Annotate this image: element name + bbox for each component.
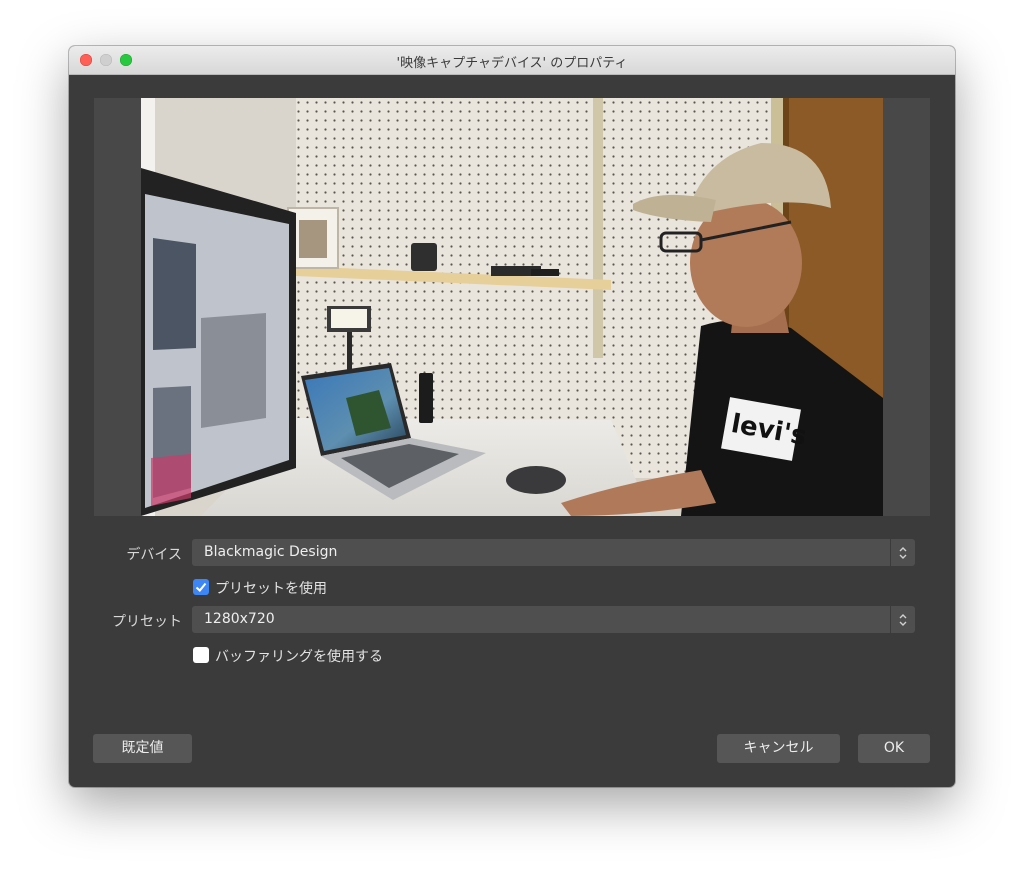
preset-select[interactable]: 1280x720 [192, 606, 915, 633]
defaults-button[interactable]: 既定値 [93, 734, 192, 763]
use-preset-label: プリセットを使用 [215, 581, 327, 597]
use-preset-checkbox-row[interactable]: プリセットを使用 [193, 578, 393, 598]
use-buffering-label: バッファリングを使用する [215, 649, 383, 665]
cancel-button[interactable]: キャンセル [717, 734, 840, 763]
window-title: '映像キャプチャデバイス' のプロパティ [396, 56, 628, 71]
use-buffering-checkbox-row[interactable]: バッファリングを使用する [193, 646, 433, 666]
preset-select-value: 1280x720 [204, 611, 275, 627]
properties-window: '映像キャプチャデバイス' のプロパティ levi's デバイス Blackma… [69, 46, 955, 787]
video-preview: levi's [141, 98, 883, 516]
device-label: デバイス [126, 547, 182, 563]
camera-feed-image: levi's [141, 98, 883, 516]
device-select[interactable]: Blackmagic Design [192, 539, 915, 566]
ok-button[interactable]: OK [858, 734, 930, 763]
title-bar[interactable]: '映像キャプチャデバイス' のプロパティ [69, 46, 955, 75]
updown-chevron-icon [890, 606, 915, 633]
updown-chevron-icon [890, 539, 915, 566]
use-buffering-checkbox[interactable] [193, 647, 209, 663]
preset-label: プリセット [112, 614, 182, 630]
checkmark-icon [195, 582, 207, 592]
use-preset-checkbox[interactable] [193, 579, 209, 595]
device-select-value: Blackmagic Design [204, 544, 338, 560]
